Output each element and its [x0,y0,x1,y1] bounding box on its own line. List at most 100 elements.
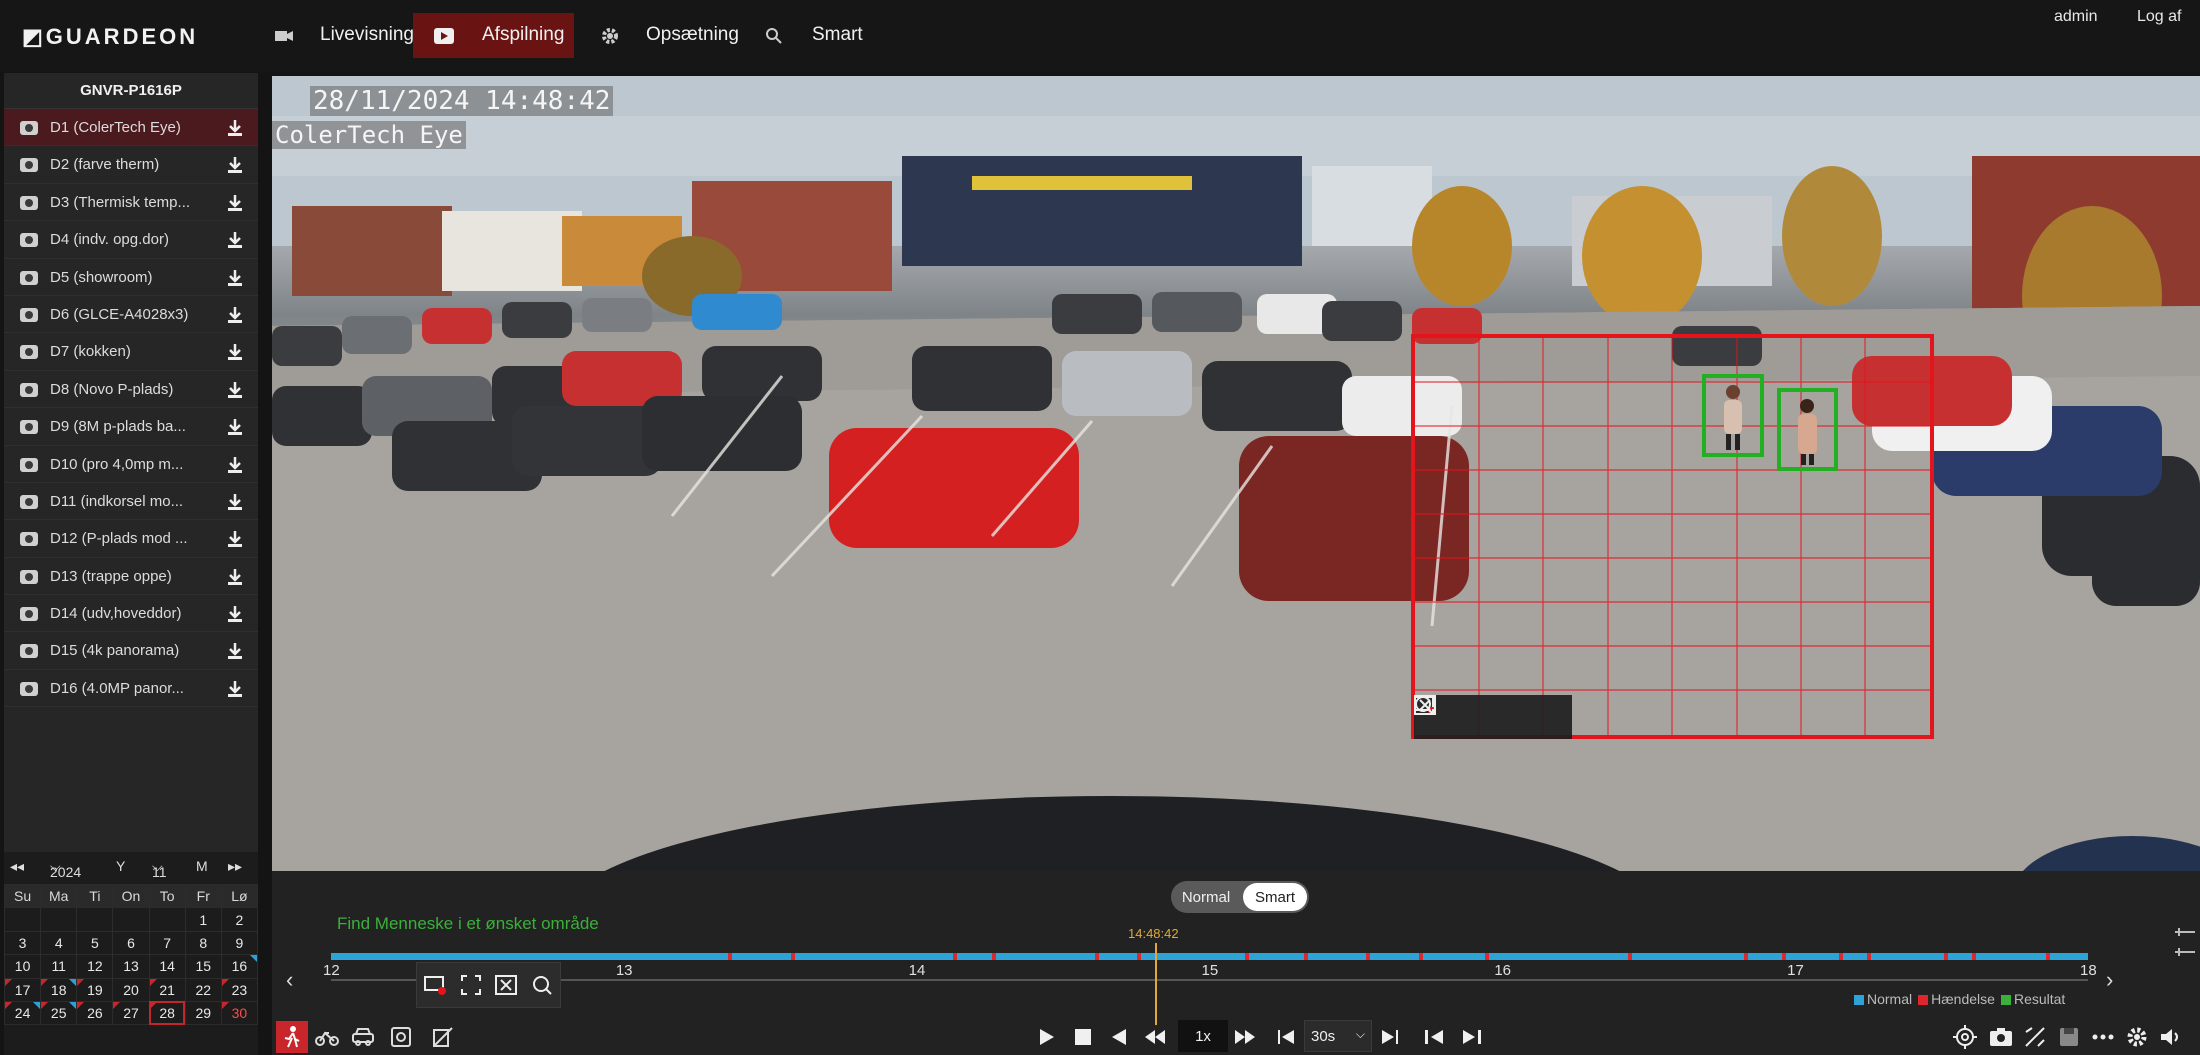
download-icon[interactable] [226,680,244,698]
delete-area-icon[interactable] [1414,695,1524,730]
channel-item[interactable]: D15 (4k panorama) [4,632,258,670]
channel-item[interactable]: D8 (Novo P-plads) [4,371,258,409]
mode-toggle[interactable]: Normal Smart [1171,881,1309,913]
calendar-day[interactable]: 7 [148,930,186,956]
search-area-icon[interactable] [529,972,555,998]
speed-up-icon[interactable] [1232,1024,1258,1050]
calendar-day[interactable]: 10 [3,954,42,979]
calendar-day[interactable]: 13 [112,954,150,979]
car-icon[interactable] [350,1024,376,1050]
download-icon[interactable] [226,119,244,137]
month-select[interactable]: 11 ⌵ [152,858,167,880]
search-icon[interactable] [762,24,786,48]
clip-icon[interactable] [2022,1024,2048,1050]
download-icon[interactable] [226,156,244,174]
nav-playback[interactable]: Afspilning [482,12,564,58]
calendar-day[interactable]: 8 [184,930,222,956]
calendar-day[interactable]: 2 [220,907,259,932]
event-mark[interactable] [1782,953,1787,960]
calendar-day[interactable]: 6 [112,930,150,956]
event-mark[interactable] [1838,953,1843,960]
delete-area-icon[interactable] [493,972,519,998]
prev-year-icon[interactable]: ◂◂ [10,858,24,875]
calendar-day[interactable]: 25 [40,1000,78,1026]
event-mark[interactable] [1943,953,1948,960]
calendar-day[interactable]: 24 [3,1000,42,1026]
download-icon[interactable] [226,231,244,249]
year-select[interactable]: 2024 ⌵ [50,858,81,880]
calendar-day[interactable]: 20 [112,977,150,1002]
fullscreen-area-icon[interactable] [1414,695,1488,730]
calendar-day[interactable]: 5 [76,930,114,956]
download-icon[interactable] [226,194,244,212]
calendar-day[interactable]: 18 [40,977,78,1002]
channel-item[interactable]: D6 (GLCE-A4028x3) [4,296,258,334]
search-area-icon[interactable] [1415,696,1561,730]
event-mark[interactable] [991,953,996,960]
stop-icon[interactable] [1070,1024,1096,1050]
timeline-next-icon[interactable]: › [2106,967,2113,993]
line-crossing-icon[interactable] [430,1024,456,1050]
calendar-day[interactable]: 23 [220,977,259,1002]
previous-frame-icon[interactable] [1422,1024,1448,1050]
skip-forward-icon[interactable] [1376,1024,1402,1050]
event-mark[interactable] [1418,953,1423,960]
skip-back-icon[interactable] [1274,1024,1300,1050]
download-icon[interactable] [226,418,244,436]
download-icon[interactable] [226,456,244,474]
channel-item[interactable]: D1 (ColerTech Eye) [4,109,258,147]
event-mark[interactable] [1137,953,1142,960]
gear-icon[interactable] [598,24,622,48]
calendar-day[interactable]: 28 [148,1000,186,1026]
event-mark[interactable] [1304,953,1309,960]
calendar-day[interactable]: 11 [40,954,78,979]
download-icon[interactable] [226,530,244,548]
channel-item[interactable]: D7 (kokken) [4,333,258,371]
human-detection-box[interactable] [1702,374,1764,457]
channel-item[interactable]: D9 (8M p-plads ba... [4,408,258,446]
calendar-day[interactable]: 26 [76,1000,114,1026]
event-mark[interactable] [1743,953,1748,960]
channel-item[interactable]: D14 (udv,hoveddor) [4,595,258,633]
motion-icon[interactable] [388,1024,414,1050]
video-view[interactable]: 28/11/2024 14:48:42 ColerTech Eye [272,76,2200,871]
calendar-day[interactable]: 4 [40,930,78,956]
event-mark[interactable] [1095,953,1100,960]
calendar-day[interactable]: 1 [184,907,222,932]
channel-item[interactable]: D10 (pro 4,0mp m... [4,446,258,483]
calendar-day[interactable]: 30 [220,1000,259,1026]
reverse-play-icon[interactable] [1106,1024,1132,1050]
calendar-day[interactable]: 19 [76,977,114,1002]
channel-item[interactable]: D5 (showroom) [4,259,258,296]
save-icon[interactable] [2056,1024,2082,1050]
nav-smart[interactable]: Smart [812,12,863,58]
event-mark[interactable] [791,953,796,960]
settings-icon[interactable] [2124,1024,2150,1050]
calendar-day[interactable]: 27 [112,1000,150,1026]
fullscreen-area-icon[interactable] [458,972,484,998]
calendar-day[interactable]: 12 [76,954,114,979]
channel-item[interactable]: D3 (Thermisk temp... [4,184,258,222]
calendar-day[interactable]: 16 [220,954,259,979]
download-icon[interactable] [226,493,244,511]
volume-icon[interactable] [2158,1024,2184,1050]
calendar-day[interactable]: 3 [3,930,42,956]
calendar-day[interactable]: 21 [148,977,186,1002]
download-icon[interactable] [226,269,244,287]
more-icon[interactable] [2090,1024,2116,1050]
clear-area-icon[interactable] [422,972,448,998]
event-mark[interactable] [1244,953,1249,960]
timeline-zoom-icon[interactable] [2172,928,2198,961]
download-icon[interactable] [226,642,244,660]
event-mark[interactable] [1972,953,1977,960]
mode-normal-button[interactable]: Normal [1171,881,1241,913]
event-mark[interactable] [1365,953,1370,960]
mode-smart-button[interactable]: Smart [1243,883,1307,911]
channel-item[interactable]: D13 (trappe oppe) [4,558,258,596]
event-mark[interactable] [952,953,957,960]
snapshot-icon[interactable] [1988,1024,2014,1050]
download-icon[interactable] [226,568,244,586]
playhead[interactable] [1155,943,1157,1025]
next-frame-icon[interactable] [1458,1024,1484,1050]
play-icon[interactable] [432,24,456,48]
